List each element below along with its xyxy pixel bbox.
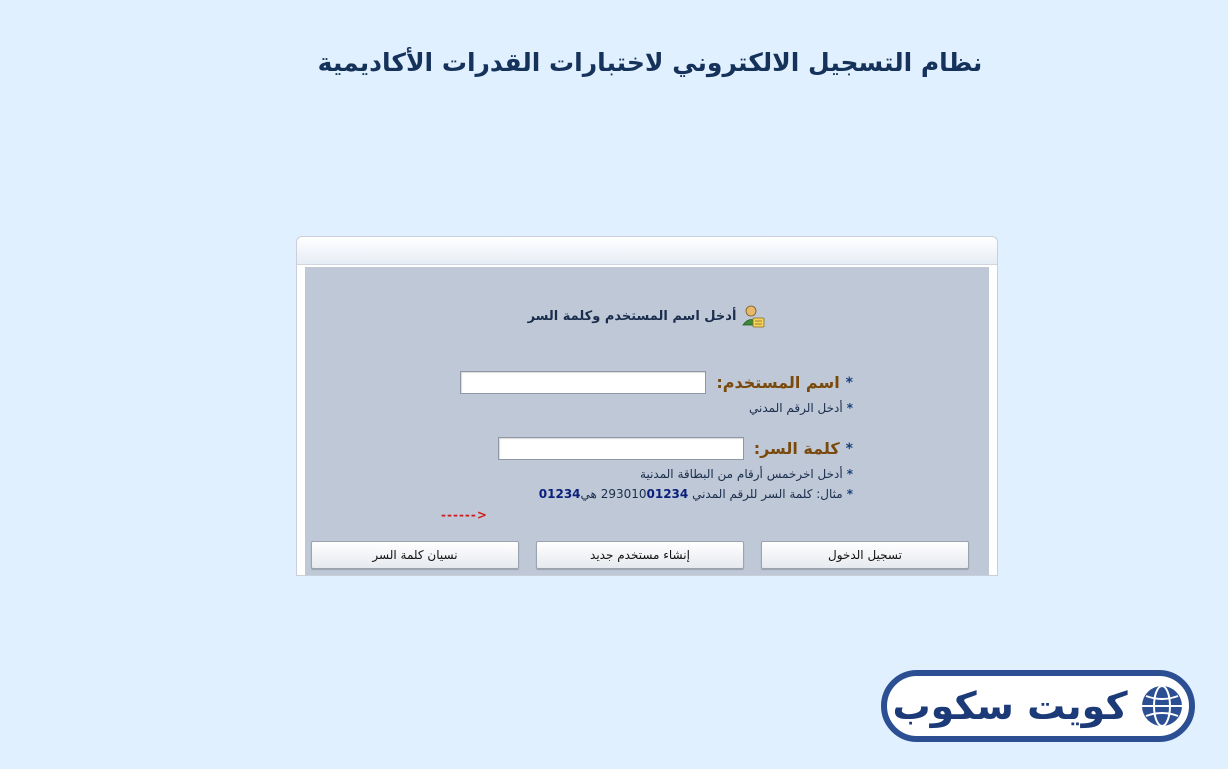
brand-name: كويت سكوب — [892, 684, 1128, 728]
forgot-password-button[interactable]: نسيان كلمة السر — [311, 541, 519, 569]
required-marker: * — [845, 440, 853, 457]
example-password: 01234 — [538, 487, 581, 501]
password-row: * كلمة السر: — [497, 437, 853, 460]
example-middle: هي — [580, 487, 597, 501]
username-row: * اسم المستخدم: — [460, 371, 853, 394]
username-label: اسم المستخدم: — [716, 373, 840, 392]
example-prefix: مثال: كلمة السر للرقم المدني — [692, 487, 843, 501]
brand-logo: كويت سكوب — [881, 670, 1195, 742]
user-icon — [742, 305, 765, 328]
required-marker: * — [845, 374, 853, 391]
new-user-button[interactable]: إنشاء مستخدم جديد — [536, 541, 744, 569]
username-input[interactable] — [460, 371, 707, 394]
required-marker: * — [846, 487, 853, 501]
example-civil-plain: 293010 — [600, 487, 647, 501]
username-hint: *أدخل الرقم المدني — [749, 401, 853, 415]
required-marker: * — [846, 467, 853, 481]
example-civil-bold: 01234 — [646, 487, 689, 501]
example-civil-id: 29301001234 — [601, 487, 689, 501]
login-panel: أدخل اسم المستخدم وكلمة السر * اسم المست… — [296, 236, 998, 576]
required-marker: * — [846, 401, 853, 415]
panel-body: أدخل اسم المستخدم وكلمة السر * اسم المست… — [305, 267, 989, 575]
username-hint-text: أدخل الرقم المدني — [749, 401, 843, 415]
example-arrow: ------> — [441, 508, 488, 522]
page: نظام التسجيل الالكتروني لاختبارات القدرا… — [0, 0, 1228, 769]
password-hint-text: أدخل اخرخمس أرقام من البطاقة المدنية — [640, 467, 843, 481]
panel-header — [297, 237, 997, 265]
login-prompt: أدخل اسم المستخدم وكلمة السر — [305, 303, 989, 329]
globe-icon — [1141, 685, 1182, 727]
password-hint: *أدخل اخرخمس أرقام من البطاقة المدنية — [640, 467, 853, 481]
login-button[interactable]: تسجيل الدخول — [761, 541, 969, 569]
password-example: *مثال: كلمة السر للرقم المدني 2930100123… — [539, 487, 853, 501]
login-prompt-text: أدخل اسم المستخدم وكلمة السر — [527, 308, 737, 324]
page-title: نظام التسجيل الالكتروني لاختبارات القدرا… — [317, 48, 983, 77]
password-input[interactable] — [497, 437, 744, 460]
password-label: كلمة السر: — [753, 439, 840, 458]
